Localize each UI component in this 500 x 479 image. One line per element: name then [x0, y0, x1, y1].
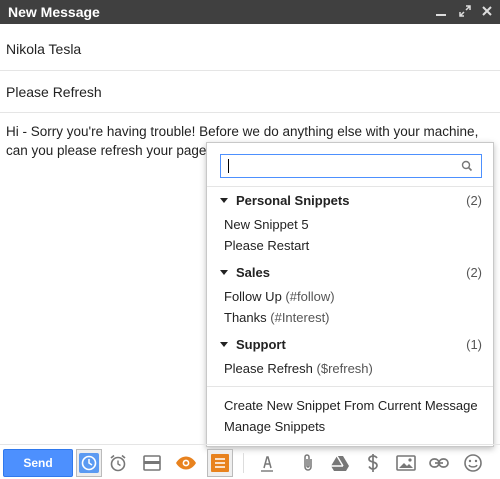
create-snippet-action[interactable]: Create New Snippet From Current Message [224, 398, 478, 413]
collapse-arrow-icon[interactable] [220, 270, 228, 275]
snippet-search-box[interactable] [220, 154, 482, 178]
snippet-label: Thanks [224, 310, 267, 325]
manage-snippets-action[interactable]: Manage Snippets [224, 419, 325, 434]
close-icon[interactable] [479, 3, 495, 19]
snippet-item[interactable]: Please Restart [224, 238, 309, 253]
toolbar-divider [243, 453, 244, 473]
emoji-icon[interactable] [460, 449, 486, 477]
snippet-label: Please Restart [224, 238, 310, 253]
section-name: Support [236, 337, 286, 352]
snippet-item[interactable]: New Snippet 5 [224, 217, 309, 232]
compose-toolbar: Send [0, 444, 500, 479]
section-count: (2) [466, 265, 482, 280]
section-personal-snippets[interactable]: Personal Snippets (2) [207, 193, 493, 211]
text-format-icon[interactable] [254, 449, 280, 477]
snippet-shortcut: (#follow) [285, 289, 335, 304]
drive-icon[interactable] [327, 449, 353, 477]
search-icon[interactable] [461, 160, 473, 175]
link-icon[interactable] [426, 449, 452, 477]
snippet-shortcut: ($refresh) [316, 361, 373, 376]
text-cursor [228, 159, 229, 173]
schedule-send-icon[interactable] [76, 449, 102, 477]
snippet-search-input[interactable] [224, 157, 454, 175]
snippet-label: Follow Up [224, 289, 282, 304]
template-icon[interactable] [139, 449, 165, 477]
section-count: (2) [466, 193, 482, 208]
snippets-icon[interactable] [207, 449, 233, 477]
to-value: Nikola Tesla [6, 41, 82, 57]
section-count: (1) [466, 337, 482, 352]
divider [207, 386, 493, 387]
expand-icon[interactable] [457, 3, 473, 19]
section-name: Personal Snippets [236, 193, 350, 208]
to-field[interactable]: Nikola Tesla [0, 24, 500, 71]
snippet-item[interactable]: Please Refresh ($refresh) [224, 361, 373, 376]
snippet-label: New Snippet 5 [224, 217, 309, 232]
window-title: New Message [8, 4, 100, 20]
compose-titlebar: New Message [0, 0, 500, 24]
alarm-clock-icon[interactable] [105, 449, 131, 477]
subject-value: Please Refresh [6, 84, 102, 100]
snippet-label: Please Refresh [224, 361, 313, 376]
snippet-item[interactable]: Follow Up (#follow) [224, 289, 335, 304]
section-support[interactable]: Support (1) [207, 337, 493, 355]
snippet-shortcut: (#Interest) [270, 310, 330, 325]
attach-icon[interactable] [295, 449, 321, 477]
photo-icon[interactable] [393, 449, 419, 477]
send-button[interactable]: Send [3, 449, 73, 477]
collapse-arrow-icon[interactable] [220, 198, 228, 203]
section-sales[interactable]: Sales (2) [207, 265, 493, 283]
snippets-dropdown: Personal Snippets (2) New Snippet 5 Plea… [206, 142, 494, 447]
snippet-item[interactable]: Thanks (#Interest) [224, 310, 330, 325]
money-icon[interactable] [360, 449, 386, 477]
collapse-arrow-icon[interactable] [220, 342, 228, 347]
minimize-icon[interactable] [433, 3, 449, 19]
divider [207, 186, 493, 187]
section-name: Sales [236, 265, 270, 280]
tracking-eye-icon[interactable] [173, 449, 199, 477]
subject-field[interactable]: Please Refresh [0, 71, 500, 113]
